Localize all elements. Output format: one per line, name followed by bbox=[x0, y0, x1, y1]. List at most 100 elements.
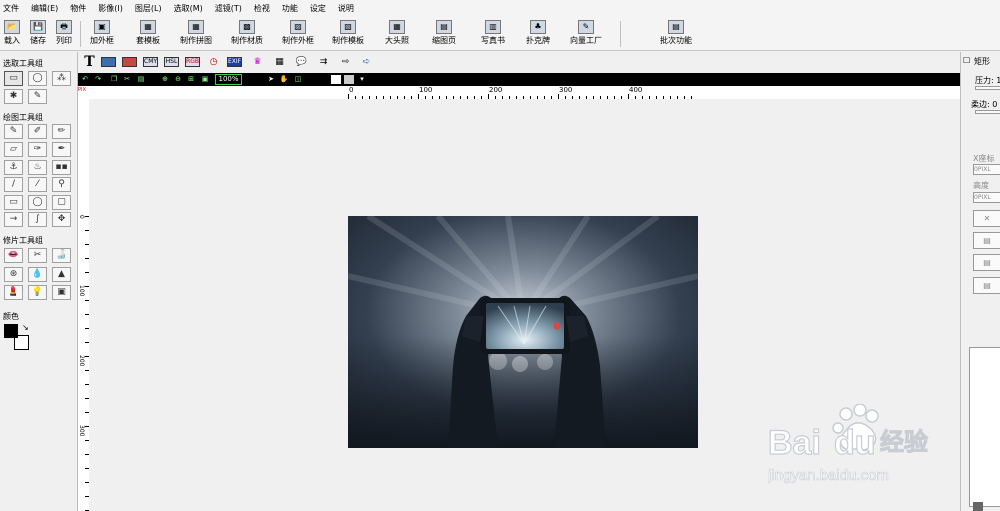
bottle-tool[interactable]: 🍶 bbox=[52, 248, 71, 263]
toolbar-button-8[interactable]: ▧ 制作模板 bbox=[332, 19, 364, 49]
patch-tool[interactable]: ⊛ bbox=[4, 267, 23, 282]
image-icon[interactable] bbox=[101, 57, 116, 67]
photo-image[interactable] bbox=[348, 216, 698, 448]
cake-icon[interactable]: ♛ bbox=[250, 55, 265, 70]
rectangle-shape-tool[interactable]: ▭ bbox=[4, 195, 23, 210]
exif-badge[interactable]: EXIF bbox=[227, 57, 242, 67]
rounded-rect-tool[interactable]: ▢ bbox=[52, 195, 71, 210]
rect-select-tool[interactable]: ▭ bbox=[4, 71, 23, 86]
move-tool[interactable]: ✥ bbox=[52, 212, 71, 227]
pressure-slider[interactable] bbox=[975, 86, 1000, 90]
close-shape-button[interactable]: ✕ bbox=[973, 210, 1000, 227]
menu-item-4[interactable]: 图层(L) bbox=[131, 0, 170, 17]
curve-tool[interactable]: ∫ bbox=[28, 212, 47, 227]
lipstick-tool[interactable]: 💄 bbox=[4, 285, 23, 300]
foreground-color-swatch[interactable] bbox=[4, 324, 18, 338]
calendar-icon[interactable]: ▦ bbox=[272, 55, 287, 70]
clone-stamp-tool[interactable]: ⚓ bbox=[4, 160, 23, 175]
toolbar-button-14[interactable]: ▤ 批次功能 bbox=[660, 19, 692, 49]
redo-icon[interactable]: ↷ bbox=[93, 74, 103, 85]
hand-icon[interactable]: ✋ bbox=[279, 74, 289, 85]
toolbar-button-7[interactable]: ▨ 制作外框 bbox=[282, 19, 314, 49]
dodge-bulb-tool[interactable]: 💡 bbox=[28, 285, 47, 300]
dots-tool[interactable]: ▪▪ bbox=[52, 160, 71, 175]
blur-drop-tool[interactable]: 💧 bbox=[28, 267, 47, 282]
toolbar-button-13[interactable]: ✎ 向量工厂 bbox=[570, 19, 602, 49]
photo-red-icon[interactable] bbox=[122, 57, 137, 67]
text-tool-icon[interactable]: T bbox=[82, 55, 97, 70]
toolbar-button-1[interactable]: 💾 储存 bbox=[30, 19, 46, 49]
pointer-icon[interactable]: ➤ bbox=[266, 74, 276, 85]
menu-item-2[interactable]: 物件 bbox=[66, 0, 94, 17]
magic-wand-tool[interactable]: ✱ bbox=[4, 89, 23, 104]
x-coord-input[interactable]: 0PIXL bbox=[973, 164, 1000, 175]
scroll-handle[interactable] bbox=[973, 502, 983, 511]
fill-bucket-tool[interactable]: ♨ bbox=[28, 160, 47, 175]
copy-icon[interactable]: ❐ bbox=[109, 74, 119, 85]
menu-item-1[interactable]: 编辑(E) bbox=[27, 0, 66, 17]
menu-item-3[interactable]: 影像(I) bbox=[94, 0, 131, 17]
clock-icon[interactable]: ◷ bbox=[206, 55, 221, 70]
zoom-out-icon[interactable]: ⊖ bbox=[173, 74, 183, 85]
crop-icon[interactable]: ◫ bbox=[293, 74, 303, 85]
cut-icon[interactable]: ✂ bbox=[122, 74, 132, 85]
toolbar-button-6[interactable]: ▩ 制作材质 bbox=[231, 19, 263, 49]
menu-item-10[interactable]: 说明 bbox=[334, 0, 362, 17]
toolbar-button-3[interactable]: ▣ 加外框 bbox=[90, 19, 114, 49]
option-button-3[interactable]: ▤ bbox=[973, 277, 1000, 294]
ellipse-shape-tool[interactable]: ◯ bbox=[28, 195, 47, 210]
airbrush-tool[interactable]: ✐ bbox=[28, 124, 47, 139]
toolbar-button-10[interactable]: ▤ 缩图页 bbox=[432, 19, 456, 49]
toolbar-button-4[interactable]: ▦ 套模板 bbox=[136, 19, 160, 49]
rgb-badge[interactable]: RGB bbox=[185, 57, 200, 67]
menu-item-6[interactable]: 滤镜(T) bbox=[211, 0, 250, 17]
line-tool[interactable]: → bbox=[4, 212, 23, 227]
toolbar-button-0[interactable]: 📂 载入 bbox=[4, 19, 20, 49]
view-dropdown-icon[interactable]: ▾ bbox=[358, 74, 366, 85]
right-arrow-icon[interactable]: ⇨ bbox=[338, 55, 353, 70]
view-mode-1-icon[interactable] bbox=[331, 75, 341, 84]
view-mode-2-icon[interactable] bbox=[344, 75, 354, 84]
ellipse-select-tool[interactable]: ◯ bbox=[28, 71, 47, 86]
undo-icon[interactable]: ↶ bbox=[80, 74, 90, 85]
arrows-icon[interactable]: ⇉ bbox=[316, 55, 331, 70]
toolbar-button-9[interactable]: ▦ 大头照 bbox=[385, 19, 409, 49]
eraser-tool[interactable]: ▱ bbox=[4, 142, 23, 157]
hsl-badge[interactable]: HSL bbox=[164, 57, 179, 67]
fit-window-icon[interactable]: ⊞ bbox=[186, 74, 196, 85]
actual-size-icon[interactable]: ▣ bbox=[200, 74, 210, 85]
zoom-in-icon[interactable]: ⊕ bbox=[160, 74, 170, 85]
paste-icon[interactable]: ▤ bbox=[136, 74, 146, 85]
crayon-tool[interactable]: ✏ bbox=[52, 124, 71, 139]
brush-tool[interactable]: ✎ bbox=[4, 124, 23, 139]
toolbar-button-2[interactable]: 🖶 列印 bbox=[56, 19, 72, 49]
option-button-2[interactable]: ▤ bbox=[973, 254, 1000, 271]
callout-icon[interactable]: ➪ bbox=[359, 55, 374, 70]
cmy-badge[interactable]: CMY bbox=[143, 57, 158, 67]
pencil-tool[interactable]: / bbox=[4, 177, 23, 192]
sharpen-tool[interactable]: ▲ bbox=[52, 267, 71, 282]
swap-colors-icon[interactable]: ↘ bbox=[22, 323, 29, 332]
smudge-tool[interactable]: ✑ bbox=[28, 142, 47, 157]
menu-item-0[interactable]: 文件 bbox=[0, 0, 27, 17]
menu-item-9[interactable]: 设定 bbox=[306, 0, 334, 17]
menu-item-7[interactable]: 检视 bbox=[250, 0, 278, 17]
option-button-1[interactable]: ▤ bbox=[973, 232, 1000, 249]
toolbar-button-12[interactable]: ♣ 扑克牌 bbox=[526, 19, 550, 49]
screen-fix-tool[interactable]: ▣ bbox=[52, 285, 71, 300]
menu-item-8[interactable]: 功能 bbox=[278, 0, 306, 17]
marker-tool[interactable]: ✒ bbox=[52, 142, 71, 157]
zoom-level[interactable]: 100% bbox=[215, 74, 242, 85]
toolbar-button-11[interactable]: ▥ 写真书 bbox=[481, 19, 505, 49]
select-brush-tool[interactable]: ✎ bbox=[28, 89, 47, 104]
layer-list[interactable] bbox=[969, 347, 1000, 507]
height-input[interactable]: 0PIXL bbox=[973, 192, 1000, 203]
red-eye-tool[interactable]: 👄 bbox=[4, 248, 23, 263]
menu-item-5[interactable]: 选取(M) bbox=[170, 0, 211, 17]
speech-bubble-icon[interactable]: 💬 bbox=[294, 55, 309, 70]
red-pen-tool[interactable]: ⁄ bbox=[28, 177, 47, 192]
lasso-select-tool[interactable]: ⁂ bbox=[52, 71, 71, 86]
skin-tool[interactable]: ✂ bbox=[28, 248, 47, 263]
toolbar-button-5[interactable]: ▦ 制作拼图 bbox=[180, 19, 212, 49]
soft-edge-slider[interactable] bbox=[975, 110, 1000, 114]
